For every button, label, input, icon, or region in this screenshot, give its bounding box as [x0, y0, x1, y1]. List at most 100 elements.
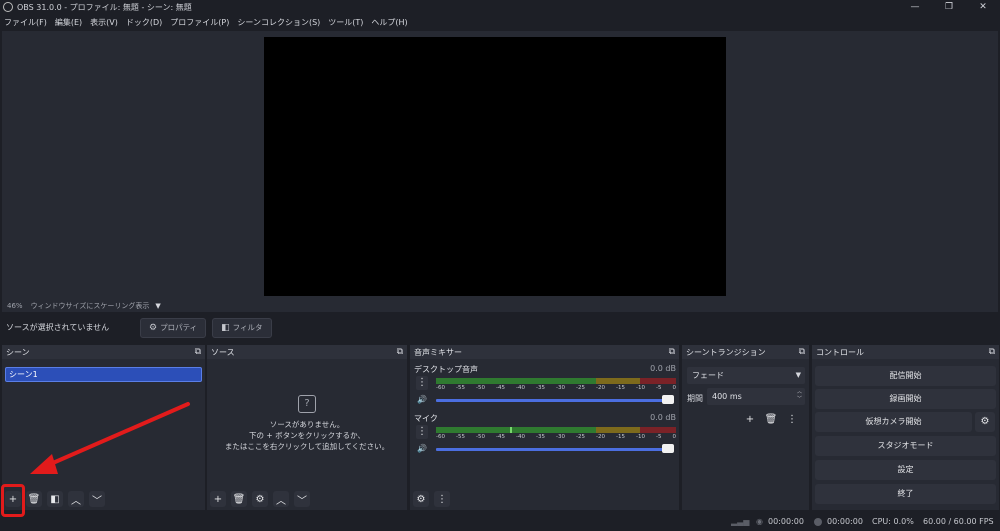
channel-name: マイク	[414, 414, 438, 423]
start-recording-button[interactable]: 録画開始	[815, 389, 996, 409]
controls-dock: コントロール ⧉ 配信開始 録画開始 仮想カメラ開始 ⚙ スタジオモード 設定 …	[812, 345, 999, 510]
no-source-selected-label: ソースが選択されていません	[6, 323, 110, 332]
source-toolbar: ソースが選択されていません ⚙ プロパティ ◧ フィルタ	[2, 315, 998, 340]
fps-readout: 60.00 / 60.00 FPS	[923, 517, 994, 526]
preview-area[interactable]	[2, 31, 998, 299]
source-list[interactable]: ? ソースがありません。 下の + ボタンをクリックするか、 またはここを右クリ…	[207, 361, 407, 488]
exit-button[interactable]: 終了	[815, 484, 996, 504]
transitions-title: シーントランジション	[686, 347, 766, 357]
question-icon: ?	[298, 395, 316, 413]
mixer-title: 音声ミキサー	[414, 347, 462, 357]
more-vertical-icon: ⋮	[437, 493, 447, 505]
channel-menu-button[interactable]: ⋮	[416, 376, 428, 390]
move-scene-down-button[interactable]: ﹀	[89, 491, 105, 507]
status-bar: ▂▃▅ ◉ 00:00:00 00:00:00 CPU: 0.0% 60.00 …	[0, 513, 1000, 531]
mixer-channel-desktop: デスクトップ音声 0.0 dB ⋮ -60 -55 -50 -45 -40 -35 -30-…	[414, 364, 676, 406]
move-scene-up-button[interactable]: ︿	[68, 491, 84, 507]
duration-value: 400 ms	[712, 392, 742, 401]
start-virtual-camera-button[interactable]: 仮想カメラ開始	[815, 412, 972, 432]
menu-tools[interactable]: ツール(T)	[324, 17, 367, 28]
scene-list-item[interactable]: シーン1	[5, 367, 202, 382]
filter-icon: ◧	[221, 322, 230, 333]
duration-label: 期間	[687, 394, 703, 403]
audio-settings-button[interactable]: ⚙	[413, 491, 429, 507]
add-source-button[interactable]: +	[210, 491, 226, 507]
start-streaming-button[interactable]: 配信開始	[815, 366, 996, 386]
meter-peak	[510, 427, 512, 433]
settings-button[interactable]: 設定	[815, 460, 996, 480]
volume-slider[interactable]	[436, 448, 664, 451]
speaker-icon[interactable]: 🔊	[417, 395, 427, 404]
undock-icon[interactable]: ⧉	[989, 347, 995, 357]
preview-zoom-level: 46%	[7, 301, 23, 310]
speaker-icon[interactable]: 🔊	[417, 444, 427, 453]
minimize-button[interactable]: —	[898, 0, 932, 14]
gear-icon: ⚙	[980, 416, 990, 427]
menu-bar: ファイル(F) 編集(E) 表示(V) ドック(D) プロファイル(P) シーン…	[0, 14, 1000, 30]
undock-icon[interactable]: ⧉	[799, 347, 805, 357]
network-strength-icon: ▂▃▅	[731, 517, 750, 526]
title-bar: OBS 31.0.0 - プロファイル: 無題 - シーン: 無題 — ❐ ✕	[0, 0, 1000, 14]
trash-icon: 🗑	[764, 413, 778, 425]
undock-icon[interactable]: ⧉	[397, 347, 403, 357]
empty-sources-text: 下の + ボタンをクリックするか、	[249, 431, 365, 440]
move-source-up-button[interactable]: ︿	[273, 491, 289, 507]
undock-icon[interactable]: ⧉	[669, 347, 675, 357]
menu-file[interactable]: ファイル(F)	[0, 17, 51, 28]
transition-select[interactable]: フェード ▼	[687, 367, 805, 384]
chevron-down-icon: ﹀	[92, 495, 102, 507]
record-icon	[814, 518, 822, 526]
menu-dock[interactable]: ドック(D)	[122, 17, 166, 28]
virtual-camera-settings-button[interactable]: ⚙	[975, 412, 995, 432]
volume-slider-handle[interactable]	[662, 395, 674, 404]
remove-scene-button[interactable]: 🗑	[26, 491, 42, 507]
preview-scale-bar: 46% ウィンドウサイズにスケーリング表示 ▼	[2, 299, 998, 312]
gears-icon: ⚙	[416, 493, 426, 505]
menu-scene-collection[interactable]: シーンコレクション(S)	[233, 17, 324, 28]
add-transition-button[interactable]: +	[742, 411, 758, 427]
channel-name: デスクトップ音声	[414, 365, 478, 374]
meter-ticks: -60 -55 -50 -45 -40 -35 -30 -25 -20 -15 -10 -5 0	[436, 434, 676, 440]
preview-canvas[interactable]	[264, 37, 726, 296]
scene-list[interactable]: シーン1	[2, 361, 205, 488]
move-source-down-button[interactable]: ﹀	[294, 491, 310, 507]
volume-slider[interactable]	[436, 399, 664, 402]
chevron-down-icon: ▼	[795, 371, 801, 379]
scenes-title: シーン	[6, 347, 30, 357]
transition-menu-button[interactable]: ⋮	[784, 411, 800, 427]
close-button[interactable]: ✕	[966, 0, 1000, 14]
sources-title: ソース	[211, 347, 235, 357]
studio-mode-button[interactable]: スタジオモード	[815, 436, 996, 456]
channel-menu-button[interactable]: ⋮	[416, 425, 428, 439]
filters-label: フィルタ	[232, 323, 263, 332]
stream-time: 00:00:00	[768, 517, 804, 526]
transition-select-value: フェード	[692, 371, 724, 380]
chevron-down-icon: ﹀	[297, 495, 307, 507]
spin-arrows-icon[interactable]: ︿ ﹀	[797, 389, 802, 403]
remove-source-button[interactable]: 🗑	[231, 491, 247, 507]
filter-icon: ◧	[50, 493, 60, 505]
menu-profile[interactable]: プロファイル(P)	[166, 17, 233, 28]
menu-help[interactable]: ヘルプ(H)	[367, 17, 411, 28]
remove-transition-button[interactable]: 🗑	[763, 411, 779, 427]
menu-edit[interactable]: 編集(E)	[51, 17, 86, 28]
source-properties-button[interactable]: ⚙	[252, 491, 268, 507]
undock-icon[interactable]: ⧉	[195, 347, 201, 357]
properties-button[interactable]: ⚙ プロパティ	[140, 317, 207, 338]
menu-view[interactable]: 表示(V)	[86, 17, 122, 28]
volume-meter	[436, 378, 676, 384]
maximize-button[interactable]: ❐	[932, 0, 966, 14]
properties-label: プロパティ	[160, 323, 198, 332]
annotation-highlight-box	[1, 484, 25, 517]
duration-spinbox[interactable]: 400 ms ︿ ﹀	[707, 388, 805, 405]
scene-filters-button[interactable]: ◧	[47, 491, 63, 507]
scale-mode-select[interactable]: ウィンドウサイズにスケーリング表示	[31, 301, 150, 311]
filters-button[interactable]: ◧ フィルタ	[212, 317, 272, 338]
trash-icon: 🗑	[232, 493, 246, 505]
empty-sources-text: またはここを右クリックして追加してください。	[224, 442, 390, 451]
volume-slider-handle[interactable]	[662, 444, 674, 453]
chevron-down-icon[interactable]: ▼	[155, 302, 160, 310]
obs-logo-icon	[3, 2, 13, 12]
more-vertical-icon: ⋮	[787, 413, 797, 425]
mixer-menu-button[interactable]: ⋮	[434, 491, 450, 507]
